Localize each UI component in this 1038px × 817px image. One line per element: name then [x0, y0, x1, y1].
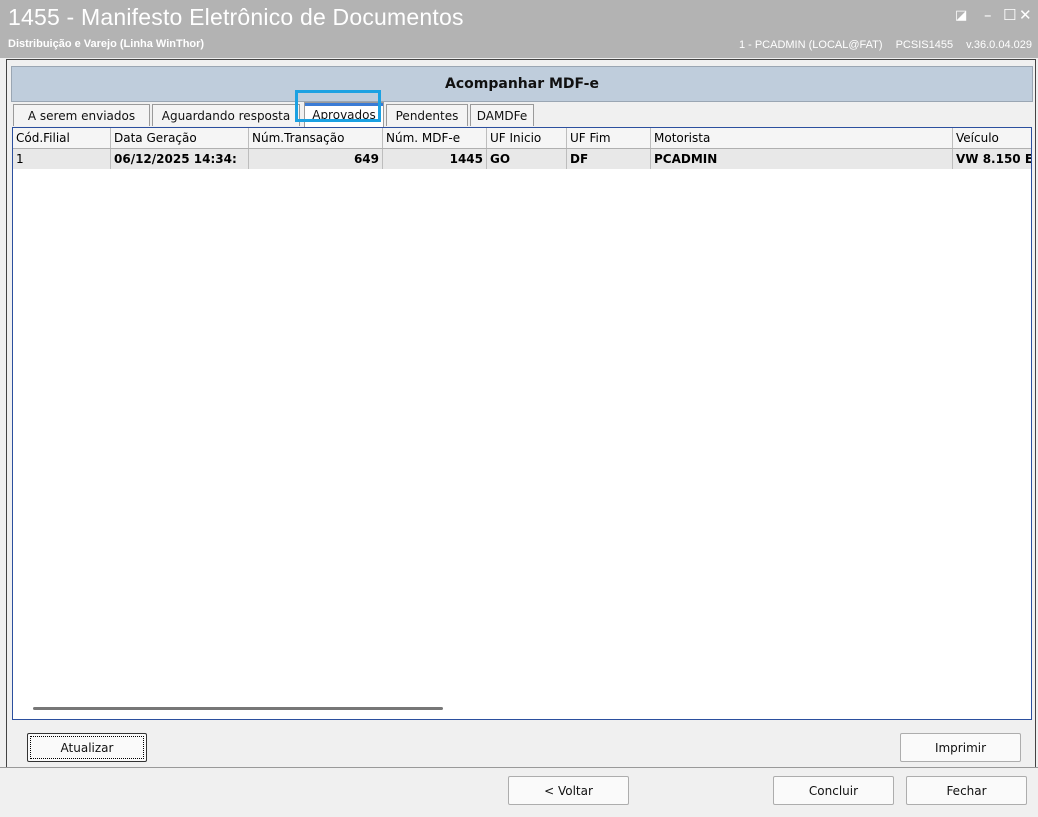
table-header-row: Cód.Filial Data Geração Núm.Transação Nú… — [13, 128, 1031, 149]
edit-icon[interactable]: ◪ — [955, 8, 967, 23]
title-bar: 1455 - Manifesto Eletrônico de Documento… — [0, 0, 1038, 58]
table-cell: PCADMIN — [651, 149, 953, 169]
column-header[interactable]: UF Inicio — [487, 128, 567, 148]
voltar-button[interactable]: < Voltar — [508, 776, 629, 805]
maximize-icon[interactable]: ☐ — [1003, 6, 1016, 24]
voltar-label: < Voltar — [544, 783, 593, 798]
fechar-label: Fechar — [946, 783, 987, 798]
panel-title: Acompanhar MDF-e — [11, 66, 1033, 102]
table-cell: 649 — [249, 149, 383, 169]
session-info: 1 - PCADMIN (LOCAL@FAT) PCSIS1455 v.36.0… — [729, 39, 1032, 51]
column-header[interactable]: Data Geração — [111, 128, 249, 148]
user-info: 1 - PCADMIN (LOCAL@FAT) — [738, 39, 883, 51]
tab-a-serem-enviados[interactable]: A serem enviados — [13, 104, 150, 126]
fechar-button[interactable]: Fechar — [906, 776, 1027, 805]
atualizar-button[interactable]: Atualizar — [27, 733, 147, 762]
minimize-icon[interactable]: – — [984, 6, 992, 24]
mdfe-grid[interactable]: Cód.Filial Data Geração Núm.Transação Nú… — [12, 127, 1032, 720]
imprimir-button[interactable]: Imprimir — [900, 733, 1021, 762]
table-cell: 1 — [13, 149, 111, 169]
column-header[interactable]: UF Fim — [567, 128, 651, 148]
main-frame: Acompanhar MDF-e A serem enviados Aguard… — [6, 59, 1036, 768]
table-cell: 06/12/2025 14:34: — [111, 149, 249, 169]
routine-code: PCSIS1455 — [895, 39, 954, 51]
footer-divider — [0, 767, 1038, 768]
table-cell: VW 8.150 E — [956, 152, 1031, 166]
tab-aguardando-resposta[interactable]: Aguardando resposta — [152, 104, 300, 126]
column-header[interactable]: Núm.Transação — [249, 128, 383, 148]
column-header[interactable]: Veículo — [953, 128, 1031, 148]
table-cell: GO — [487, 149, 567, 169]
imprimir-label: Imprimir — [934, 740, 987, 755]
table-row[interactable]: 1 06/12/2025 14:34: 649 1445 GO DF PCADM… — [13, 149, 1031, 169]
atualizar-label: Atualizar — [60, 740, 114, 755]
window-title: 1455 - Manifesto Eletrônico de Documento… — [8, 4, 464, 30]
window-subtitle: Distribuição e Varejo (Linha WinThor) — [8, 38, 205, 50]
table-cell: 1445 — [383, 149, 487, 169]
column-header[interactable]: Motorista — [651, 128, 953, 148]
version-label: v.36.0.04.029 — [966, 39, 1032, 51]
concluir-label: Concluir — [808, 783, 859, 798]
table-cell: DF — [567, 149, 651, 169]
tab-pendentes[interactable]: Pendentes — [386, 104, 468, 126]
close-icon[interactable]: ✕ — [1019, 6, 1032, 24]
tab-aprovados[interactable]: Aprovados — [304, 102, 384, 127]
column-header[interactable]: Núm. MDF-e — [383, 128, 487, 148]
column-header[interactable]: Cód.Filial — [13, 128, 111, 148]
concluir-button[interactable]: Concluir — [773, 776, 894, 805]
tab-damdfe[interactable]: DAMDFe — [470, 104, 534, 126]
horizontal-scrollbar[interactable] — [33, 707, 443, 710]
